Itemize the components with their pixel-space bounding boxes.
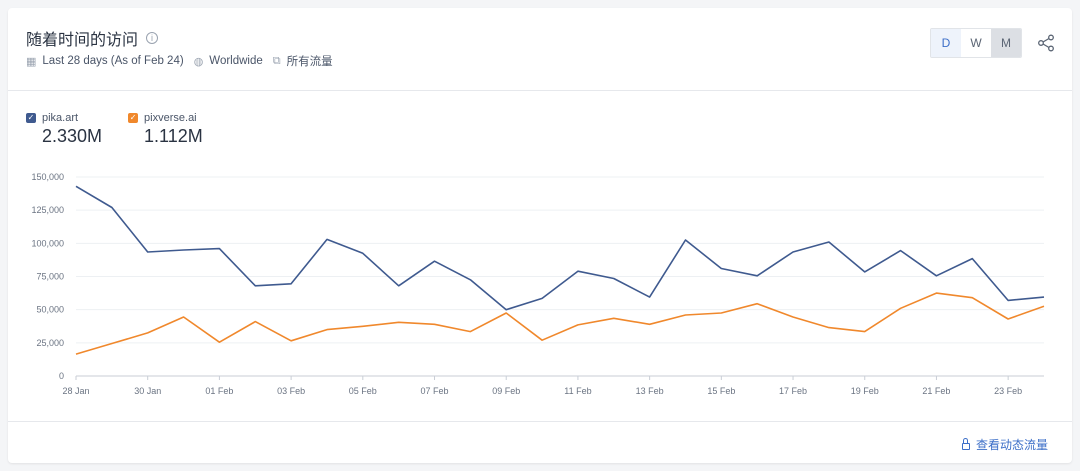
x-tick-label: 30 Jan <box>134 386 161 396</box>
filter-row: ▦ Last 28 days (As of Feb 24) ◍ Worldwid… <box>26 53 343 69</box>
legend: ✓ pika.art 2.330M ✓ pixverse.ai 1.112M <box>26 112 229 147</box>
globe-icon: ◍ <box>193 55 204 68</box>
x-tick-label: 03 Feb <box>277 386 305 396</box>
info-icon[interactable]: i <box>146 32 159 44</box>
x-tick-label: 13 Feb <box>636 386 664 396</box>
legend-label: pika.art <box>42 112 79 124</box>
title-row: 随着时间的访问 i <box>26 26 159 50</box>
dynamic-traffic-label: 查看动态流量 <box>975 438 1048 452</box>
traffic-label: 所有流量 <box>286 56 333 68</box>
x-tick-label: 19 Feb <box>851 386 879 396</box>
line-chart: 0 25,000 50,000 75,000 100,000 125,000 150,000… <box>31 172 1045 396</box>
x-tick-label: 23 Feb <box>994 386 1022 396</box>
toggle-day[interactable]: D <box>931 29 961 57</box>
y-tick-label: 150,000 <box>31 172 64 182</box>
legend-item-pika[interactable]: ✓ pika.art 2.330M <box>26 112 102 147</box>
card-footer: 查看动态流量 <box>8 421 1072 464</box>
card-title: 随着时间的访问 <box>26 30 139 49</box>
toggle-week[interactable]: W <box>961 29 991 57</box>
legend-label: pixverse.ai <box>144 112 197 124</box>
region-label: Worldwide <box>209 55 263 67</box>
y-tick-label: 75,000 <box>36 272 64 282</box>
traffic-card: 随着时间的访问 i ▦ Last 28 days (As of Feb 24) … <box>8 8 1072 463</box>
x-tick-label: 21 Feb <box>922 386 950 396</box>
card-header: 随着时间的访问 i ▦ Last 28 days (As of Feb 24) … <box>8 8 1072 91</box>
x-tick-label: 01 Feb <box>205 386 233 396</box>
x-tick-label: 15 Feb <box>707 386 735 396</box>
y-tick-label: 100,000 <box>31 238 64 248</box>
x-tick-label: 09 Feb <box>492 386 520 396</box>
legend-value: 2.330M <box>42 126 103 146</box>
y-tick-label: 0 <box>59 371 64 381</box>
region[interactable]: ◍ Worldwide <box>194 55 263 68</box>
x-tick-label: 17 Feb <box>779 386 807 396</box>
lock-icon <box>961 438 970 450</box>
legend-value: 1.112M <box>144 126 203 146</box>
date-range[interactable]: ▦ Last 28 days (As of Feb 24) <box>26 55 184 68</box>
y-tick-label: 25,000 <box>36 338 64 348</box>
devices-icon: ⧉ <box>272 54 281 67</box>
toggle-month[interactable]: M <box>991 29 1021 57</box>
y-tick-label: 50,000 <box>36 305 64 315</box>
x-tick-label: 28 Jan <box>62 386 89 396</box>
traffic-type[interactable]: ⧉ 所有流量 <box>273 53 333 69</box>
series-line-pika-art <box>75 185 1045 311</box>
calendar-icon: ▦ <box>26 55 37 68</box>
legend-item-pixverse[interactable]: ✓ pixverse.ai 1.112M <box>128 112 203 147</box>
x-tick-label: 07 Feb <box>421 386 449 396</box>
checkbox-icon[interactable]: ✓ <box>26 113 36 123</box>
granularity-toggle: D W M <box>930 28 1022 58</box>
share-icon[interactable] <box>1037 34 1055 52</box>
x-tick-label: 11 Feb <box>564 386 591 396</box>
dynamic-traffic-link[interactable]: 查看动态流量 <box>961 436 1048 453</box>
y-tick-label: 125,000 <box>31 205 64 215</box>
series-line-pixverse-ai <box>75 292 1045 355</box>
date-range-label: Last 28 days (As of Feb 24) <box>42 55 184 67</box>
x-tick-label: 05 Feb <box>349 386 377 396</box>
checkbox-icon[interactable]: ✓ <box>128 113 139 123</box>
